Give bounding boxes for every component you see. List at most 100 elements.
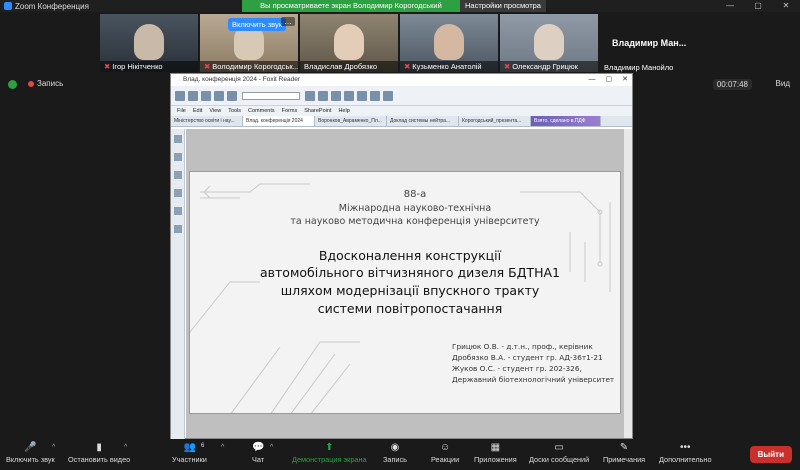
chat-options-caret[interactable]: ^ — [270, 444, 273, 451]
bookmarks-icon[interactable] — [174, 135, 182, 143]
meeting-toolbar: 🎤 Включить звук ^ ▮ Остановить видео ^ 👥… — [0, 440, 800, 470]
mic-muted-icon: ✖ — [504, 62, 511, 71]
unmute-request-button[interactable]: Включить звук — [228, 18, 287, 31]
unmute-label: Включить звук — [6, 455, 55, 464]
participant-tile[interactable]: ✖ Ігор Нікітченко — [100, 14, 198, 72]
minimize-button[interactable]: — — [716, 0, 744, 12]
menu-comments[interactable]: Comments — [248, 106, 275, 116]
participant-tile[interactable]: ✖ Олександр Грицюк — [500, 14, 598, 72]
foxit-maximize-button[interactable]: ▢ — [606, 76, 613, 83]
foxit-titlebar: Влад. конференція 2024 - Foxit Reader — ▢… — [171, 74, 632, 86]
email-icon[interactable] — [214, 90, 224, 101]
view-button[interactable]: Вид — [776, 79, 790, 88]
share-screen-button[interactable]: ⬆ Демонстрация экрана — [292, 442, 367, 464]
menu-forms[interactable]: Forms — [282, 106, 298, 116]
whiteboards-label: Доски сообщений — [529, 455, 590, 464]
participant-video — [434, 24, 464, 60]
conference-number: 88-а — [403, 189, 427, 200]
participants-options-caret[interactable]: ^ — [221, 444, 224, 451]
participant-video — [134, 24, 164, 60]
find-input[interactable] — [242, 91, 300, 100]
conference-line: та науково методична конференція універс… — [290, 216, 540, 227]
record-button[interactable]: ◉ Запись — [383, 442, 407, 464]
reactions-label: Реакции — [431, 455, 460, 464]
zoom-logo-icon — [4, 2, 12, 10]
author-line: Державний біотехнологічний університет — [452, 375, 615, 384]
print-icon[interactable] — [201, 90, 211, 101]
notes-label: Примечания — [603, 455, 646, 464]
menu-edit[interactable]: Edit — [193, 106, 202, 116]
view-options-button[interactable]: Настройки просмотра — [460, 0, 546, 12]
share-label: Демонстрация экрана — [292, 455, 367, 464]
menu-tools[interactable]: Tools — [228, 106, 241, 116]
security-shield-icon[interactable] — [8, 80, 17, 89]
rotate-icon[interactable] — [357, 90, 367, 101]
video-camera-icon: ▮ — [96, 442, 102, 453]
doc-tab-active[interactable]: Влад. конференція 2024 — [243, 116, 315, 126]
open-icon[interactable] — [175, 90, 185, 101]
participant-name: Владислав Дробязко — [304, 62, 378, 71]
apps-label: Приложения — [474, 455, 517, 464]
fit-page-icon[interactable] — [370, 90, 380, 101]
doc-tab-brand[interactable]: Взято. сделано в.ПДФ — [531, 116, 601, 126]
apps-button[interactable]: ▦ Приложения — [474, 442, 517, 464]
doc-tab[interactable]: Доклад системы нейтра... — [387, 116, 459, 126]
doc-tab[interactable]: Міністерство освіти і нау... — [171, 116, 243, 126]
menu-file[interactable]: File — [177, 106, 186, 116]
vertical-scrollbar[interactable] — [624, 129, 632, 438]
participant-video — [334, 24, 364, 60]
menu-view[interactable]: View — [209, 106, 221, 116]
doc-tab[interactable]: Воронков_Авраменко_Пл... — [315, 116, 387, 126]
recording-indicator[interactable]: Запись — [28, 79, 63, 88]
zoom-icon[interactable] — [318, 90, 328, 101]
chat-button[interactable]: 💬 Чат — [252, 442, 265, 464]
menu-sharepoint[interactable]: SharePoint — [304, 106, 331, 116]
participant-name: Кузьменко Анатолій — [412, 62, 482, 71]
find-icon[interactable] — [305, 90, 315, 101]
layers-icon[interactable] — [174, 171, 182, 179]
video-options-caret[interactable]: ^ — [124, 444, 127, 451]
more-dots-icon: ••• — [680, 442, 691, 453]
signatures-icon[interactable] — [174, 225, 182, 233]
window-controls: — ▢ ✕ — [716, 0, 800, 12]
maximize-button[interactable]: ▢ — [744, 0, 772, 12]
more-options-icon[interactable]: … — [281, 17, 295, 26]
stop-video-button[interactable]: ▮ Остановить видео — [68, 442, 130, 464]
foxit-sidebar — [171, 129, 185, 439]
record-label: Запись — [383, 455, 407, 464]
foxit-close-button[interactable]: ✕ — [622, 76, 628, 83]
slide-title-line: шляхом модернізації впускного тракту — [280, 283, 540, 298]
menu-help[interactable]: Help — [338, 106, 349, 116]
attachments-icon[interactable] — [174, 207, 182, 215]
comments-icon[interactable] — [174, 189, 182, 197]
participant-name: Володимир Корогодськ... — [212, 62, 298, 71]
doc-tab[interactable]: Корогодський_презента... — [459, 116, 531, 126]
typewriter-icon[interactable] — [331, 90, 341, 101]
mic-muted-icon: ✖ — [104, 62, 111, 71]
hand-tool-icon[interactable] — [227, 90, 237, 101]
conference-line: Міжнародна науково-технічна — [338, 203, 492, 214]
close-button[interactable]: ✕ — [772, 0, 800, 12]
save-icon[interactable] — [188, 90, 198, 101]
participant-tile[interactable]: ✖ Кузьменко Анатолій — [400, 14, 498, 72]
author-line: Дробязко В.А. - студент гр. АД-36т1-21 — [452, 353, 603, 362]
more-button[interactable]: ••• Дополнительно — [659, 442, 712, 464]
pages-icon[interactable] — [174, 153, 182, 161]
foxit-title: Влад. конференція 2024 - Foxit Reader — [183, 76, 300, 83]
participants-label: Участники — [172, 455, 207, 464]
notes-icon: ✎ — [619, 442, 629, 453]
participant-tile[interactable]: Владислав Дробязко — [300, 14, 398, 72]
reactions-icon: ☺ — [439, 442, 451, 453]
whiteboards-button[interactable]: ▭ Доски сообщений — [529, 442, 589, 464]
fit-width-icon[interactable] — [383, 90, 393, 101]
participants-icon: 👥 — [183, 442, 196, 453]
page-icon[interactable] — [344, 90, 354, 101]
notes-button[interactable]: ✎ Примечания — [603, 442, 645, 464]
participant-tile[interactable]: Включить звук … ✖ Володимир Корогодськ... — [200, 14, 298, 72]
participant-tile[interactable]: Владимир Ман... Владимир Манойло — [600, 14, 696, 72]
reactions-button[interactable]: ☺ Реакции — [431, 442, 459, 464]
leave-button[interactable]: Выйти — [749, 446, 792, 463]
audio-options-caret[interactable]: ^ — [52, 444, 55, 451]
foxit-minimize-button[interactable]: — — [589, 76, 596, 83]
unmute-button[interactable]: 🎤 Включить звук — [6, 442, 55, 464]
